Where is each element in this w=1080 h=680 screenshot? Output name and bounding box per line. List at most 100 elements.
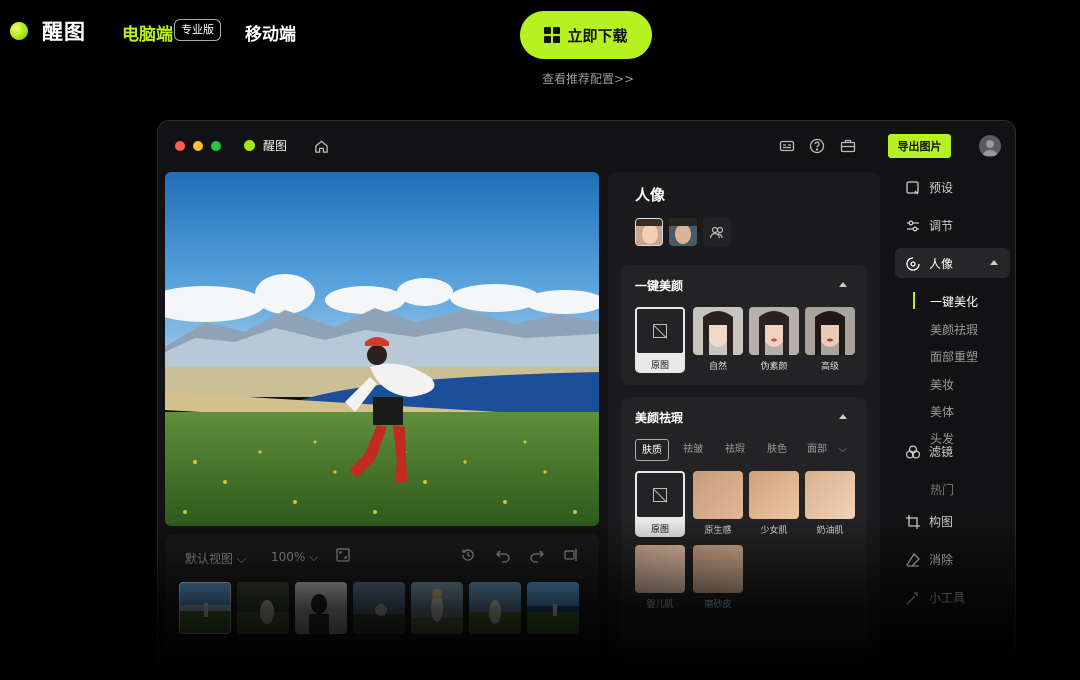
- crop-icon: [906, 514, 920, 529]
- side-item-portrait[interactable]: 人像: [905, 255, 953, 272]
- filter-icon: [905, 444, 921, 459]
- side-item-label: 构图: [929, 515, 954, 529]
- side-item-label: 人像: [929, 257, 954, 271]
- effect-label: 婴儿肌: [646, 600, 674, 610]
- sub-item-one-click[interactable]: 一键美化: [930, 293, 978, 310]
- effect-label: 自然: [708, 362, 727, 372]
- effect-label: 磨砂皮: [704, 600, 732, 610]
- shortcut-icon[interactable]: [776, 135, 798, 157]
- site-logo[interactable]: 醒图: [42, 16, 86, 46]
- pro-badge: 专业版: [174, 19, 221, 41]
- sub-item-face-reshape[interactable]: 面部重塑: [930, 348, 978, 365]
- thumbnail-1[interactable]: [179, 582, 231, 634]
- subtab-more-icon[interactable]: ⌵: [839, 439, 847, 461]
- subtab-skin-texture[interactable]: 肤质: [635, 439, 669, 461]
- portrait-panel: 人像 一键美颜 原图 自然 伪素颜 高级 美颜祛瑕 肤质 祛皱 祛瑕 肤色 面部…: [608, 172, 880, 680]
- thumbnail-2[interactable]: [237, 582, 289, 634]
- side-item-label: 小工具: [929, 591, 966, 605]
- help-icon[interactable]: [806, 135, 828, 157]
- collapse-caret-icon[interactable]: [839, 414, 847, 419]
- side-item-composition[interactable]: 构图: [905, 513, 953, 530]
- skin-natural[interactable]: 原生感: [693, 471, 743, 537]
- side-item-tools[interactable]: 小工具: [905, 589, 965, 606]
- collapse-caret-icon[interactable]: [839, 282, 847, 287]
- effect-premium[interactable]: 高级: [805, 307, 855, 373]
- bottom-toolbar: 默认视图 ⌵ 100% ⌵: [165, 534, 599, 680]
- beauty-retouch-section: 美颜祛瑕 肤质 祛皱 祛瑕 肤色 面部 ⌵ 原图 原生感 少女肌 奶油肌 婴儿肌…: [621, 397, 867, 657]
- user-avatar[interactable]: [979, 135, 1001, 157]
- effect-bare-makeup[interactable]: 伪素颜: [749, 307, 799, 373]
- skin-girl[interactable]: 少女肌: [749, 471, 799, 537]
- sub-item-makeup[interactable]: 美妆: [930, 376, 954, 393]
- maximize-window-button[interactable]: [211, 141, 221, 151]
- export-image-button[interactable]: 导出图片: [888, 134, 951, 158]
- sub-item-popular[interactable]: 热门: [930, 481, 954, 498]
- sub-item-retouch[interactable]: 美颜祛瑕: [930, 321, 978, 338]
- subtab-skin-tone[interactable]: 肤色: [767, 439, 787, 461]
- sub-item-body[interactable]: 美体: [930, 403, 954, 420]
- download-button[interactable]: 立即下载: [520, 11, 652, 59]
- effect-natural[interactable]: 自然: [693, 307, 743, 373]
- view-mode-dropdown[interactable]: 默认视图 ⌵: [185, 550, 246, 567]
- app-logo-mark: [244, 140, 255, 151]
- all-faces-icon[interactable]: [703, 218, 731, 246]
- effect-label: 原图: [650, 361, 669, 371]
- fit-screen-icon[interactable]: [335, 547, 353, 565]
- side-item-preset[interactable]: 预设: [905, 179, 953, 196]
- undo-icon[interactable]: [495, 547, 513, 565]
- nav-mobile-link[interactable]: 移动端: [245, 20, 296, 45]
- windows-icon: [544, 27, 561, 43]
- sub-item-active-bar: [913, 292, 915, 309]
- view-mode-label: 默认视图: [185, 552, 234, 566]
- effect-label: 伪素颜: [760, 362, 788, 372]
- effect-label: 高级: [820, 362, 839, 372]
- zoom-dropdown[interactable]: 100% ⌵: [271, 550, 318, 565]
- history-icon[interactable]: [460, 547, 478, 565]
- thumbnail-4[interactable]: [353, 582, 405, 634]
- thumbnail-3[interactable]: [295, 582, 347, 634]
- effect-label: 少女肌: [760, 526, 788, 536]
- logo-mark: [10, 22, 28, 40]
- skin-original[interactable]: 原图: [635, 471, 685, 537]
- sliders-icon: [907, 220, 919, 231]
- one-click-beauty-title: 一键美颜: [635, 279, 684, 293]
- thumbnail-5[interactable]: [411, 582, 463, 634]
- effect-label: 原图: [650, 525, 669, 535]
- beauty-retouch-title: 美颜祛瑕: [635, 411, 684, 425]
- thumbnail-7[interactable]: [527, 582, 579, 634]
- compare-icon[interactable]: [563, 547, 581, 565]
- recommended-config-link[interactable]: 查看推荐配置>>: [542, 70, 634, 87]
- home-icon[interactable]: [310, 135, 332, 157]
- one-click-beauty-section: 一键美颜 原图 自然 伪素颜 高级: [621, 265, 867, 385]
- toolbox-icon[interactable]: [837, 135, 859, 157]
- side-item-filter[interactable]: 滤镜: [905, 443, 953, 460]
- skin-matte[interactable]: 磨砂皮: [693, 545, 743, 611]
- subtab-face[interactable]: 面部: [807, 439, 827, 461]
- nav-desktop-link[interactable]: 电脑端: [122, 20, 173, 45]
- side-item-label: 滤镜: [929, 445, 954, 459]
- face-chip-1[interactable]: [635, 218, 663, 246]
- subtab-wrinkles[interactable]: 祛皱: [683, 439, 703, 461]
- effect-original[interactable]: 原图: [635, 307, 685, 373]
- skin-baby[interactable]: 婴儿肌: [635, 545, 685, 611]
- canvas-photo[interactable]: [165, 172, 599, 526]
- close-window-button[interactable]: [175, 141, 185, 151]
- preset-icon: [906, 180, 919, 194]
- side-item-label: 调节: [929, 219, 954, 233]
- eraser-icon: [906, 552, 920, 567]
- app-window: 醒图 导出图片 默认视图 ⌵ 100% ⌵ 人像 一键美颜 原图 自然 伪素颜 …: [157, 120, 1016, 680]
- side-item-erase[interactable]: 消除: [905, 551, 953, 568]
- effect-label: 原生感: [704, 526, 732, 536]
- portrait-caret-icon[interactable]: [990, 260, 998, 265]
- minimize-window-button[interactable]: [193, 141, 203, 151]
- side-item-label: 预设: [929, 181, 954, 195]
- download-label: 立即下载: [567, 27, 628, 45]
- side-item-adjust[interactable]: 调节: [905, 217, 953, 234]
- thumbnail-6[interactable]: [469, 582, 521, 634]
- face-icon: [906, 256, 920, 271]
- face-chip-2[interactable]: [669, 218, 697, 246]
- subtab-blemish[interactable]: 祛瑕: [725, 439, 745, 461]
- side-item-label: 消除: [929, 553, 954, 567]
- redo-icon[interactable]: [529, 547, 547, 565]
- skin-cream[interactable]: 奶油肌: [805, 471, 855, 537]
